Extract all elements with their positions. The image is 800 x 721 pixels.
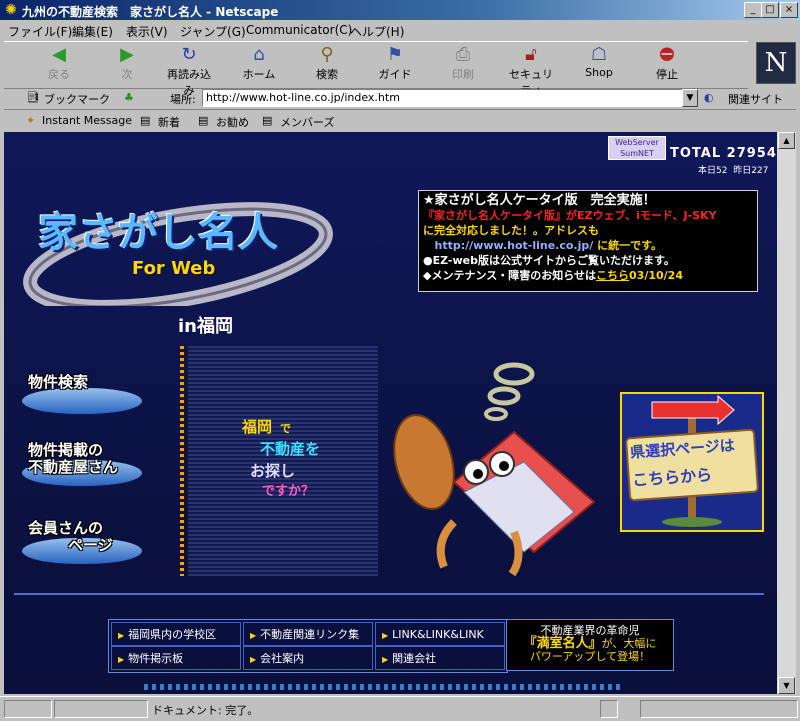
stop-button[interactable]: ⛔︎ 停止 (640, 44, 694, 86)
minimize-button[interactable]: _ (744, 2, 762, 18)
instant-message-link[interactable]: Instant Message (42, 114, 132, 127)
maintenance-notice-link[interactable]: こちら (596, 269, 629, 282)
members-page-button[interactable]: 会員さんの ページ (22, 516, 142, 566)
manshitsu-meijin-banner[interactable]: 不動産業界の革命児 『満室名人』が、大幅に パワーアップして登場！ (506, 619, 674, 671)
footer-link-table: ▶ 福岡県内の学校区 ▶ 不動産関連リンク集 ▶ LINK&LINK&LINK ▶ 物件… (108, 619, 508, 673)
decorative-wave-border (144, 684, 624, 690)
menu-file[interactable]: ファイル(F) (8, 23, 72, 40)
shop-button[interactable]: ☖ Shop (572, 44, 626, 86)
page-content: WebServer SumNET TOTAL 279546 本日52 昨日227… (4, 132, 777, 694)
property-search-button[interactable]: 物件検索 (22, 366, 142, 416)
promo-panel: 福岡 で 不動産を お探し ですか？ (188, 346, 378, 576)
url-input[interactable]: http://www.hot-line.co.jp/index.htm (202, 89, 685, 107)
link-and-link-link[interactable]: ▶ LINK&LINK&LINK (375, 622, 505, 646)
triangle-bullet-icon: ▶ (382, 631, 389, 640)
maximize-button[interactable]: □ (761, 2, 779, 18)
related-sites-button[interactable]: 関連サイト (728, 91, 783, 107)
triangle-bullet-icon: ▶ (118, 655, 125, 664)
window-title: 九州の不動産検索 家さがし名人 - Netscape (22, 5, 279, 19)
house-mascot-illustration (393, 362, 596, 577)
connection-indicator-icon[interactable] (4, 700, 52, 718)
print-button[interactable]: ⎙ 印刷 (436, 44, 490, 86)
triangle-bullet-icon: ▶ (382, 655, 389, 664)
school-district-link[interactable]: ▶ 福岡県内の学校区 (111, 622, 241, 646)
home-icon: ⌂ (253, 44, 265, 65)
news-headline: ★家さがし名人ケータイ版 完全実施！ (423, 193, 656, 208)
triangle-bullet-icon: ▶ (250, 655, 257, 664)
menu-go[interactable]: ジャンプ(G) (180, 23, 246, 40)
site-logo[interactable]: 家さがし名人 For Web (18, 176, 338, 314)
mobile-url-link[interactable]: http://www.hot-line.co.jp/ (435, 239, 594, 252)
status-bar: ドキュメント: 完了。 (0, 696, 800, 721)
affiliates-link[interactable]: ▶ 関連会社 (375, 646, 505, 670)
recommend-link[interactable]: お勧め (216, 114, 249, 130)
menu-edit[interactable]: 編集(E) (72, 23, 113, 40)
reload-button[interactable]: ↻ 再読み込み (162, 44, 216, 97)
netscape-app-icon[interactable]: ✺ (3, 2, 19, 18)
triangle-bullet-icon: ▶ (250, 631, 257, 640)
status-text: ドキュメント: 完了。 (152, 704, 259, 717)
company-info-link[interactable]: ▶ 会社案内 (243, 646, 373, 670)
close-button[interactable]: × (780, 2, 798, 18)
instant-message-icon: ✦ (26, 114, 36, 127)
triangle-bullet-icon: ▶ (118, 631, 125, 640)
forward-button[interactable]: ▶ 次 (100, 44, 154, 86)
location-label: 場所: (170, 93, 196, 106)
guide-button[interactable]: ⚑ ガイド (368, 44, 422, 86)
home-button[interactable]: ⌂ ホーム (232, 44, 286, 86)
scroll-up-button[interactable]: ▲ (778, 132, 795, 149)
horizontal-rule (14, 593, 764, 595)
visitor-total: TOTAL 279546 (670, 146, 777, 161)
news-box: ★家さがし名人ケータイ版 完全実施！ 『家さがし名人ケータイ版』がEZウェブ、i… (418, 190, 758, 292)
realestate-links-link[interactable]: ▶ 不動産関連リンク集 (243, 622, 373, 646)
title-bar[interactable]: ✺ 九州の不動産検索 家さがし名人 - Netscape _ □ × (0, 0, 800, 20)
visitor-daily-counts: 本日52 昨日227 (698, 166, 769, 176)
menu-communicator[interactable]: Communicator(C) (246, 23, 352, 37)
progress-bar (54, 700, 148, 718)
url-dropdown-button[interactable]: ▼ (682, 89, 698, 107)
related-icon: ◐ (704, 91, 714, 104)
lock-icon: 🔓︎ (525, 44, 537, 65)
menu-help[interactable]: ヘルプ(H) (350, 23, 404, 40)
netscape-logo[interactable]: N (756, 42, 796, 84)
security-button[interactable]: 🔓︎ セキュリティ (504, 44, 558, 97)
webserver-badge[interactable]: WebServer SumNET (608, 136, 666, 160)
property-board-link[interactable]: ▶ 物件掲示板 (111, 646, 241, 670)
logo-title: 家さがし名人 (38, 210, 278, 256)
component-bar[interactable] (640, 700, 798, 718)
search-icon: ⚲ (320, 44, 334, 65)
bookmark-page-icon: ▤ (262, 114, 273, 127)
reload-icon: ↻ (181, 44, 197, 65)
location-bar: 📑︎ ブックマーク ♣ 場所: http://www.hot-line.co.j… (4, 87, 796, 110)
print-icon: ⎙ (455, 44, 471, 65)
region-title: in福岡 (178, 316, 233, 337)
back-arrow-icon: ◀ (52, 44, 66, 65)
listing-agents-button[interactable]: 物件掲載の 不動産屋さん (22, 438, 142, 488)
vertical-scrollbar[interactable]: ▲ ▼ (777, 132, 796, 694)
guide-icon: ⚑ (386, 44, 404, 65)
forward-arrow-icon: ▶ (120, 44, 134, 65)
back-button[interactable]: ◀ 戻る (32, 44, 86, 86)
personal-toolbar: ✦ Instant Message ▤ 新着 ▤ お勧め ▤ メンバーズ (4, 110, 796, 133)
navigation-toolbar: ◀ 戻る ▶ 次 ↻ 再読み込み ⌂ ホーム ⚲ 検索 ⚑ ガイド ⎙ 印刷 🔓… (4, 41, 748, 97)
bookmark-button[interactable]: ブックマーク (44, 91, 110, 107)
prefecture-select-sign[interactable]: 県選択ページは こちらから (620, 392, 764, 532)
logo-subtitle: For Web (132, 258, 216, 279)
security-status-icon[interactable] (600, 700, 618, 718)
dotted-divider (180, 346, 184, 576)
bookmark-page-icon: ▤ (198, 114, 209, 127)
members-link[interactable]: メンバーズ (280, 114, 334, 130)
scroll-down-button[interactable]: ▼ (778, 677, 795, 694)
bookmark-icon[interactable]: 📑︎ (26, 91, 40, 104)
new-link[interactable]: 新着 (158, 114, 180, 130)
menu-view[interactable]: 表示(V) (126, 23, 168, 40)
stop-icon: ⛔︎ (659, 44, 675, 65)
shop-icon: ☖ (590, 44, 608, 65)
menu-bar: ファイル(F) 編集(E) 表示(V) ジャンプ(G) Communicator… (0, 20, 800, 40)
page-proxy-icon[interactable]: ♣ (124, 91, 134, 104)
search-button[interactable]: ⚲ 検索 (300, 44, 354, 86)
bookmark-page-icon: ▤ (140, 114, 151, 127)
